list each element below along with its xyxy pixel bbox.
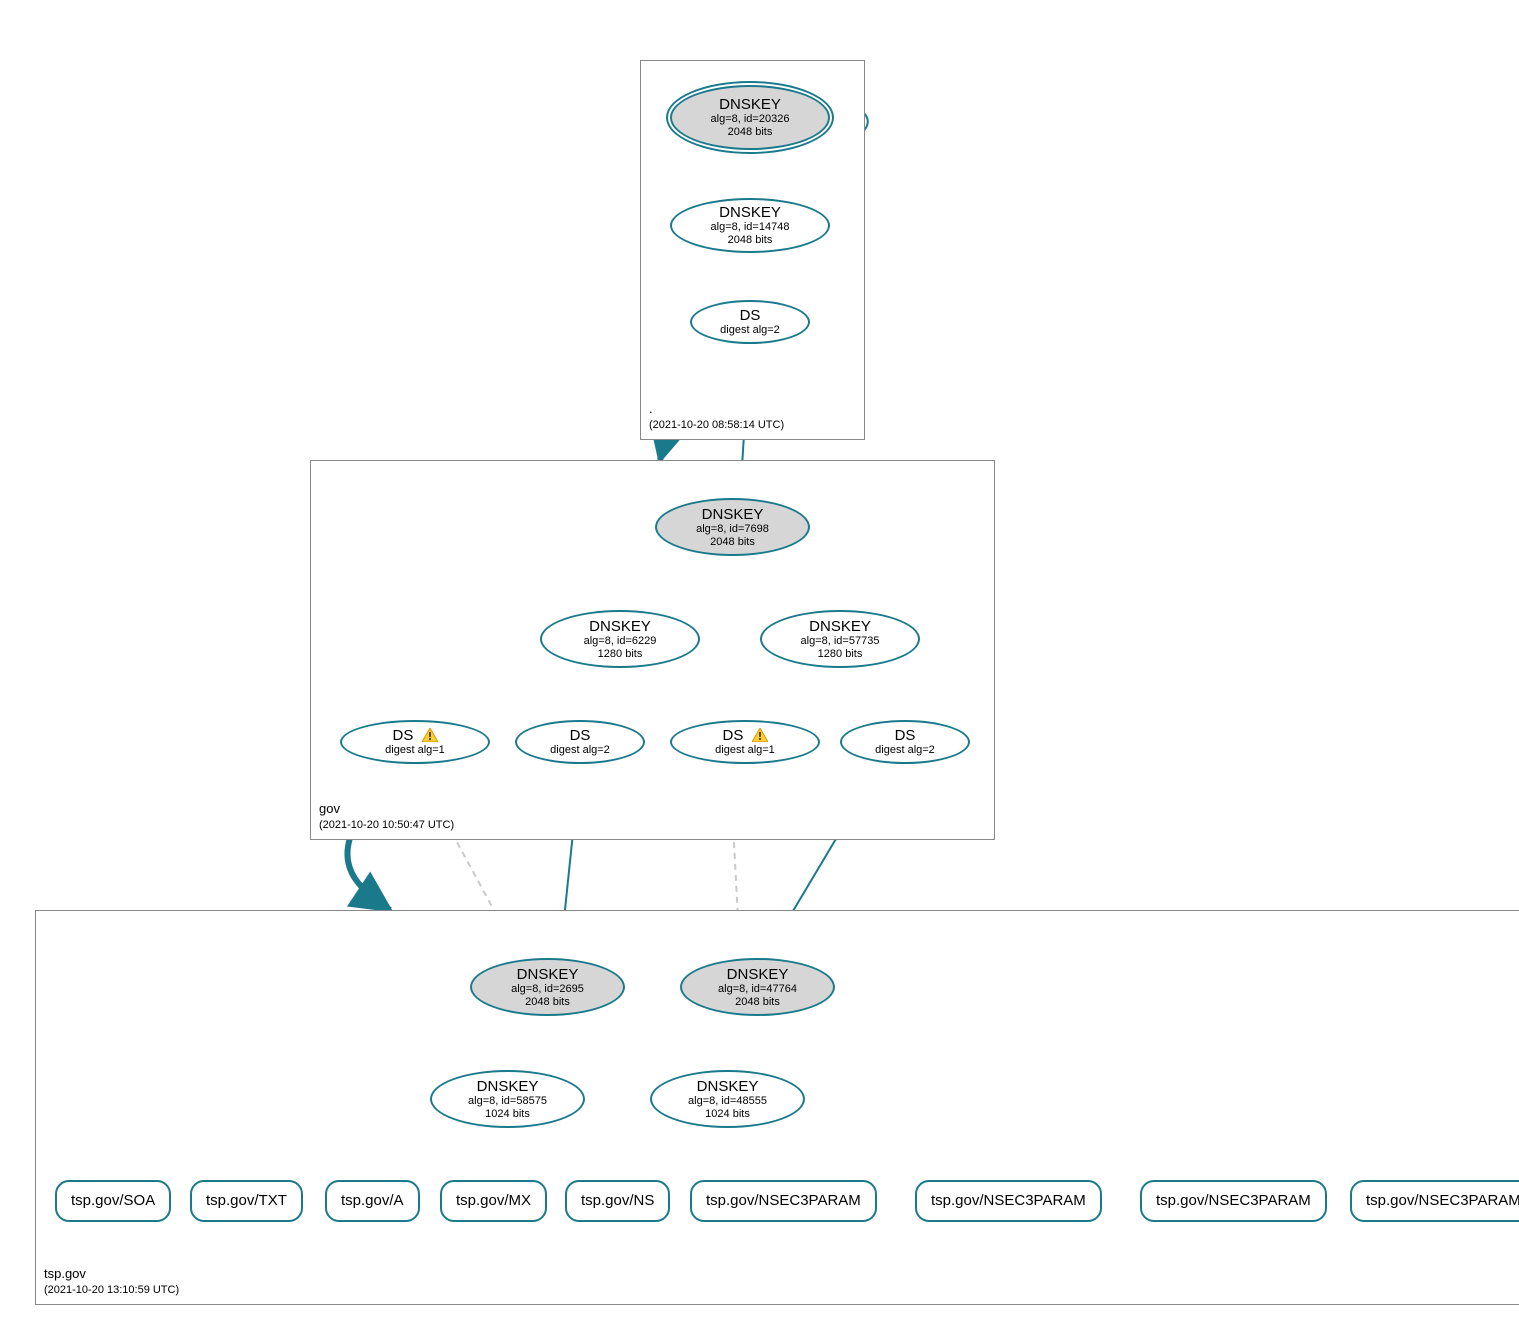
gov-ds2: DS digest alg=2 [515,720,645,764]
gov-dnskey-zsk1: DNSKEY alg=8, id=6229 1280 bits [540,610,700,668]
rr-a: tsp.gov/A [325,1180,420,1222]
rr-nsec3param-3: tsp.gov/NSEC3PARAM [1140,1180,1327,1222]
gov-ds3: DS digest alg=1 [670,720,820,764]
rr-txt: tsp.gov/TXT [190,1180,303,1222]
rr-nsec3param-4: tsp.gov/NSEC3PARAM [1350,1180,1519,1222]
rr-soa: tsp.gov/SOA [55,1180,171,1222]
root-dnskey-zsk: DNSKEY alg=8, id=14748 2048 bits [670,198,830,253]
gov-dnskey-ksk: DNSKEY alg=8, id=7698 2048 bits [655,498,810,556]
zone-root-ts: (2021-10-20 08:58:14 UTC) [649,419,784,431]
rr-mx: tsp.gov/MX [440,1180,547,1222]
zone-gov-label: gov [319,801,340,816]
tsp-dnskey-ksk2: DNSKEY alg=8, id=47764 2048 bits [680,958,835,1016]
rr-nsec3param-1: tsp.gov/NSEC3PARAM [690,1180,877,1222]
warning-icon [422,727,438,744]
rr-ns: tsp.gov/NS [565,1180,670,1222]
root-ds: DS digest alg=2 [690,300,810,344]
zone-gov-ts: (2021-10-20 10:50:47 UTC) [319,819,454,831]
rr-nsec3param-2: tsp.gov/NSEC3PARAM [915,1180,1102,1222]
zone-root-label: . [649,401,653,416]
tsp-dnskey-ksk1: DNSKEY alg=8, id=2695 2048 bits [470,958,625,1016]
root-dnskey-ksk: DNSKEY alg=8, id=20326 2048 bits [670,85,830,150]
warning-icon [752,727,768,744]
tsp-dnskey-zsk1: DNSKEY alg=8, id=58575 1024 bits [430,1070,585,1128]
gov-dnskey-zsk2: DNSKEY alg=8, id=57735 1280 bits [760,610,920,668]
tsp-dnskey-zsk2: DNSKEY alg=8, id=48555 1024 bits [650,1070,805,1128]
zone-tsp-ts: (2021-10-20 13:10:59 UTC) [44,1284,179,1296]
zone-tsp-label: tsp.gov [44,1266,86,1281]
gov-ds1: DS digest alg=1 [340,720,490,764]
gov-ds4: DS digest alg=2 [840,720,970,764]
